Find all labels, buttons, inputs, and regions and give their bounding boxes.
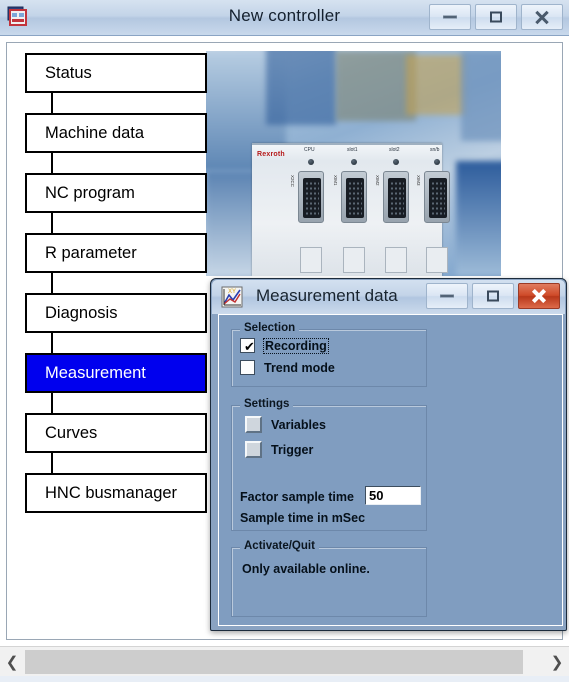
sidebar-item-machine-data[interactable]: Machine data bbox=[25, 113, 207, 153]
sidebar-item-hnc-busmanager[interactable]: HNC busmanager bbox=[25, 473, 207, 513]
factor-sample-time-label: Factor sample time bbox=[240, 490, 354, 504]
dialog-minimize-button[interactable] bbox=[426, 283, 468, 309]
minimize-icon bbox=[443, 15, 457, 19]
nav-connector bbox=[51, 153, 53, 173]
maximize-icon bbox=[490, 11, 502, 23]
selection-group: Selection ✔ Recording Trend mode bbox=[231, 322, 427, 387]
dialog-close-button[interactable] bbox=[518, 283, 560, 309]
close-button[interactable] bbox=[521, 4, 563, 30]
nav-label: Machine data bbox=[45, 123, 145, 142]
brand-label: Rexroth bbox=[257, 151, 285, 158]
sidebar-item-curves[interactable]: Curves bbox=[25, 413, 207, 453]
activate-quit-group-label: Activate/Quit bbox=[240, 540, 319, 552]
nav-connector bbox=[51, 93, 53, 113]
maximize-button[interactable] bbox=[475, 4, 517, 30]
main-window: New controller Rexroth CPU slot1 slot2 s… bbox=[0, 0, 569, 682]
chevron-right-icon[interactable]: ❯ bbox=[545, 647, 569, 677]
trend-mode-label: Trend mode bbox=[264, 360, 335, 375]
dialog-panel: Selection ✔ Recording Trend mode Setting… bbox=[218, 314, 563, 626]
nav-connector bbox=[51, 273, 53, 293]
nav-label: R parameter bbox=[45, 243, 137, 262]
recording-checkbox-row[interactable]: ✔ Recording bbox=[240, 337, 329, 354]
close-icon bbox=[531, 288, 547, 304]
nav-connector bbox=[51, 453, 53, 473]
nav-connector bbox=[51, 213, 53, 233]
window-controls bbox=[429, 4, 563, 30]
xy-chart-icon: XY bbox=[221, 286, 243, 308]
title-bar: New controller bbox=[0, 0, 569, 36]
dialog-maximize-button[interactable] bbox=[472, 283, 514, 309]
nav-label: Curves bbox=[45, 423, 98, 442]
settings-group-label: Settings bbox=[240, 398, 294, 410]
dialog-title: Measurement data bbox=[256, 286, 398, 305]
rexroth-controller-photo: Rexroth CPU slot1 slot2 sn/b X2CC XIM1 X… bbox=[206, 51, 501, 276]
nav-connector bbox=[51, 333, 53, 353]
controller-module: Rexroth CPU slot1 slot2 sn/b X2CC XIM1 X… bbox=[252, 143, 450, 276]
dialog-title-bar: XY Measurement data bbox=[212, 280, 565, 314]
sidebar-item-diagnosis[interactable]: Diagnosis bbox=[25, 293, 207, 333]
sidebar-item-nc-program[interactable]: NC program bbox=[25, 173, 207, 213]
horizontal-scrollbar[interactable]: ❮ ❯ bbox=[0, 646, 569, 676]
trigger-button[interactable] bbox=[245, 441, 262, 458]
trigger-label: Trigger bbox=[271, 442, 314, 457]
scrollbar-thumb[interactable] bbox=[25, 650, 523, 674]
sidebar-item-measurement[interactable]: Measurement bbox=[25, 353, 207, 393]
variables-label: Variables bbox=[271, 417, 326, 432]
selection-group-label: Selection bbox=[240, 322, 300, 334]
window-bottom-edge bbox=[0, 676, 569, 682]
trend-mode-checkbox[interactable] bbox=[240, 360, 255, 375]
sidebar-item-status[interactable]: Status bbox=[25, 53, 207, 93]
nav-connector bbox=[51, 393, 53, 413]
nav-label: Measurement bbox=[45, 363, 146, 382]
minimize-button[interactable] bbox=[429, 4, 471, 30]
nav-label: Diagnosis bbox=[45, 303, 118, 322]
close-icon bbox=[534, 9, 550, 25]
nav-label: NC program bbox=[45, 183, 135, 202]
dialog-body: Selection ✔ Recording Trend mode Setting… bbox=[212, 314, 565, 629]
trigger-button-row[interactable]: Trigger bbox=[245, 441, 313, 458]
nav-label: Status bbox=[45, 63, 92, 82]
nav-label: HNC busmanager bbox=[45, 483, 178, 502]
check-icon: ✔ bbox=[244, 339, 255, 354]
sidebar-item-r-parameter[interactable]: R parameter bbox=[25, 233, 207, 273]
recording-label: Recording bbox=[263, 337, 329, 354]
maximize-icon bbox=[487, 290, 499, 302]
settings-group: Settings Variables Trigger Factor sample… bbox=[231, 398, 427, 531]
sample-time-unit-label: Sample time in mSec bbox=[240, 511, 366, 525]
factor-sample-time-input[interactable]: 50 bbox=[365, 486, 421, 505]
recording-checkbox[interactable]: ✔ bbox=[240, 338, 255, 353]
measurement-data-dialog: XY Measurement data Selection ✔ Recordin… bbox=[210, 278, 567, 631]
variables-button-row[interactable]: Variables bbox=[245, 416, 326, 433]
activate-quit-group: Activate/Quit Only available online. bbox=[231, 540, 427, 617]
trend-mode-checkbox-row[interactable]: Trend mode bbox=[240, 360, 335, 375]
activate-quit-message: Only available online. bbox=[242, 562, 370, 576]
dialog-window-controls bbox=[426, 283, 560, 309]
chevron-left-icon[interactable]: ❮ bbox=[0, 647, 24, 677]
variables-button[interactable] bbox=[245, 416, 262, 433]
minimize-icon bbox=[440, 294, 454, 298]
